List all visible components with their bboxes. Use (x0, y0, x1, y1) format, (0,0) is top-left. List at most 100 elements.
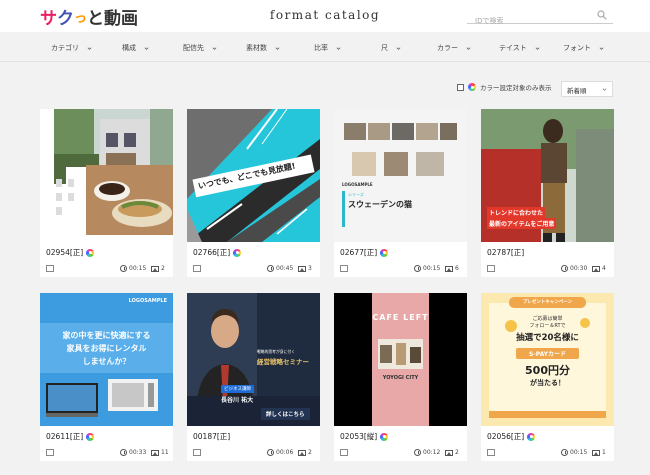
clock-icon (120, 449, 127, 456)
filter-label: 構成 (122, 44, 136, 52)
aspect-icon (340, 449, 348, 456)
card-thumbnail[interactable]: LOGOSAMPLE シリーズ スウェーデンの猫 (334, 109, 467, 242)
thumbnail-image (40, 109, 173, 242)
color-filter-checkbox[interactable] (457, 83, 464, 91)
thumb-title: 500円分 (525, 364, 570, 377)
format-card[interactable]: いつでも、どこでも見放題! 02766[正] 00:45 3 (187, 109, 320, 277)
card-thumbnail[interactable]: プレゼントキャンペーン ご応募は簡単 フォロー＆RTで 抽選で20名様に S-P… (481, 293, 614, 426)
image-icon (151, 265, 159, 272)
filter-material-count[interactable]: 素材数 (246, 43, 280, 53)
card-thumbnail[interactable]: いつでも、どこでも見放題! (187, 109, 320, 242)
image-icon (298, 265, 306, 272)
card-code-text: 02766[正] (193, 248, 231, 257)
chevron-down-icon (396, 46, 401, 50)
image-count-text: 6 (455, 265, 459, 272)
clock-icon (120, 265, 127, 272)
card-thumbnail[interactable]: LOGOSAMPLE 家の中を更に快適にする 家具をお得にレンタル しませんか？ (40, 293, 173, 426)
format-card[interactable]: トレンドに合わせた 最新のアイテムをご用意 02787[正] 00:30 4 (481, 109, 614, 277)
format-card[interactable]: LOGOSAMPLE シリーズ スウェーデンの猫 02677[正] 00:15 … (334, 109, 467, 277)
duration-text: 00:15 (570, 449, 588, 456)
card-thumbnail[interactable]: CAFE LEFT YOYOGI CITY (334, 293, 467, 426)
filter-label: テイスト (499, 44, 527, 52)
thumb-sub: が当たる！ (530, 379, 565, 387)
duration-text: 00:06 (276, 449, 294, 456)
thumb-title: CAFE LEFT (372, 313, 429, 322)
image-count-text: 4 (602, 265, 606, 272)
filter-taste[interactable]: テイスト (499, 43, 540, 53)
image-count: 4 (592, 265, 606, 272)
filter-bar: カテゴリ 構成 配信先 素材数 比率 尺 カラー テイスト フォント (0, 32, 650, 62)
card-code-text: 02677[正] (340, 248, 378, 257)
thumb-logo: LOGOSAMPLE (128, 298, 167, 304)
filter-color[interactable]: カラー (437, 43, 471, 53)
duration: 00:15 (414, 265, 440, 272)
image-count-text: 1 (602, 449, 606, 456)
card-meta: 00:15 2 (40, 265, 173, 275)
duration: 00:45 (267, 265, 293, 272)
chevron-down-icon (535, 46, 540, 50)
color-wheel-icon (380, 432, 389, 441)
format-card[interactable]: 戦略的思考が身に付く 経営戦略セミナー ビジネス講師 長谷川 祐大 詳しくはこち… (187, 293, 320, 461)
filter-label: カテゴリ (51, 44, 79, 52)
aspect-icon (340, 265, 348, 272)
aspect-icon (193, 265, 201, 272)
duration: 00:15 (120, 265, 146, 272)
format-card[interactable]: LOGOSAMPLE 家の中を更に快適にする 家具をお得にレンタル しませんか？… (40, 293, 173, 461)
color-wheel-icon (527, 432, 536, 441)
filter-length[interactable]: 尺 (381, 43, 401, 53)
filter-label: 比率 (314, 44, 328, 52)
card-thumbnail[interactable]: 戦略的思考が身に付く 経営戦略セミナー ビジネス講師 長谷川 祐大 詳しくはこち… (187, 293, 320, 426)
duration-text: 00:45 (276, 265, 294, 272)
image-icon (151, 449, 159, 456)
image-count-text: 11 (161, 449, 169, 456)
filter-distribution[interactable]: 配信先 (183, 43, 217, 53)
filter-structure[interactable]: 構成 (122, 43, 149, 53)
image-count: 6 (445, 265, 459, 272)
format-card[interactable]: プレゼントキャンペーン ご応募は簡単 フォロー＆RTで 抽選で20名様に S-P… (481, 293, 614, 461)
card-meta: 00:06 2 (187, 449, 320, 459)
aspect-icon (487, 265, 495, 272)
format-card[interactable]: 02954[正] 00:15 2 (40, 109, 173, 277)
color-filter-label: カラー設定対象のみ表示 (480, 84, 552, 92)
aspect-icon (193, 449, 201, 456)
aspect-icon (46, 449, 54, 456)
filter-font[interactable]: フォント (563, 43, 604, 53)
thumb-title: 経営戦略セミナー (257, 358, 309, 366)
card-code-text: 02053[縦] (340, 432, 378, 441)
thumb-name: 長谷川 祐大 (221, 397, 254, 404)
image-count-text: 3 (308, 265, 312, 272)
card-code: 02053[縦] (340, 431, 389, 442)
image-count: 11 (151, 449, 169, 456)
clock-icon (267, 265, 274, 272)
color-filter-toggle[interactable]: カラー設定対象のみ表示 (457, 82, 552, 92)
thumbnail-image (334, 109, 467, 242)
duration-text: 00:15 (129, 265, 147, 272)
filter-label: 配信先 (183, 44, 204, 52)
search-icon[interactable] (597, 10, 607, 20)
image-icon (445, 265, 453, 272)
card-code-text: 02056[正] (487, 432, 525, 441)
card-code-text: 00187[正] (193, 432, 231, 441)
color-wheel-icon (86, 248, 95, 257)
card-thumbnail[interactable]: トレンドに合わせた 最新のアイテムをご用意 (481, 109, 614, 242)
chevron-down-icon (87, 46, 92, 50)
clock-icon (267, 449, 274, 456)
filter-category[interactable]: カテゴリ (51, 43, 92, 53)
thumb-line1: ご応募は簡単 (532, 316, 563, 322)
chevron-down-icon (599, 46, 604, 50)
clock-icon (414, 265, 421, 272)
chevron-down-icon (275, 46, 280, 50)
card-code: 00187[正] (193, 431, 230, 442)
filter-ratio[interactable]: 比率 (314, 43, 341, 53)
image-count: 1 (592, 449, 606, 456)
image-count: 2 (445, 449, 459, 456)
image-count-text: 2 (455, 449, 459, 456)
format-card[interactable]: CAFE LEFT YOYOGI CITY 02053[縦] 00:12 2 (334, 293, 467, 461)
card-thumbnail[interactable] (40, 109, 173, 242)
image-icon (298, 449, 306, 456)
search-input[interactable] (467, 13, 587, 29)
thumb-sub: YOYOGI CITY (382, 375, 419, 381)
sort-select[interactable]: 新着順 (561, 81, 613, 97)
duration-text: 00:12 (423, 449, 441, 456)
color-wheel-icon (468, 83, 476, 91)
